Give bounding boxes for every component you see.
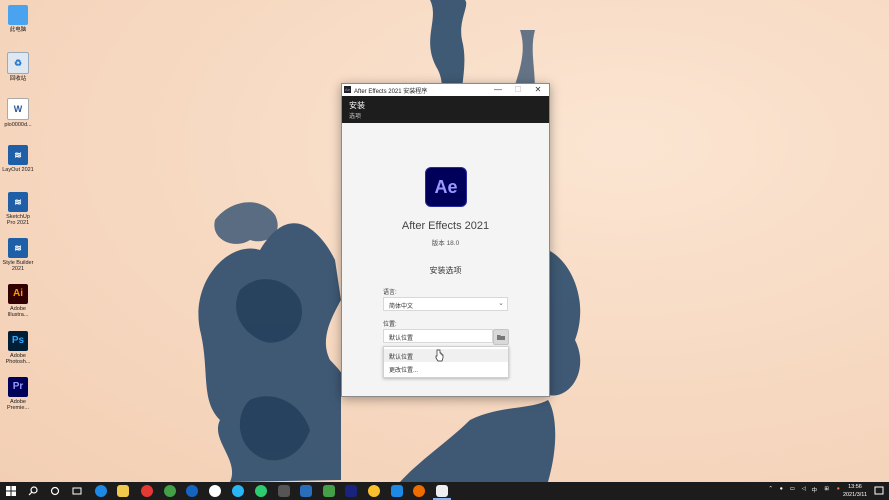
desktop-icon-label: Style Builder 2021: [2, 260, 34, 272]
desktop-icon-word-doc[interactable]: W plo0000d...: [2, 98, 34, 128]
window-title: After Effects 2021 安装程序: [354, 89, 428, 95]
after-effects-installer-taskbar-icon[interactable]: [436, 485, 448, 497]
layout-app-icon: ≋: [8, 145, 28, 165]
task-view-icon[interactable]: [72, 486, 82, 496]
edge-icon[interactable]: [95, 485, 107, 497]
location-label: 位置:: [383, 322, 397, 328]
yellow-app-icon[interactable]: [368, 485, 380, 497]
dropdown-option-label: 更改位置...: [389, 368, 419, 374]
desktop-icon-layout[interactable]: ≋ LayOut 2021: [2, 145, 34, 173]
installer-body: Ae After Effects 2021 版本 18.0 安装选项 语言: 简…: [342, 123, 549, 396]
style-builder-app-icon: ≋: [8, 238, 28, 258]
desktop-icon-label: SketchUp Pro 2021: [6, 214, 30, 226]
clock-time: 13:56: [848, 484, 862, 490]
volume-icon[interactable]: ◁: [802, 486, 806, 492]
search-icon[interactable]: [28, 486, 38, 496]
language-value: 简体中文: [389, 303, 414, 310]
install-options-title: 安装选项: [429, 266, 462, 275]
desktop-icon-premiere[interactable]: Pr Adobe Premie...: [2, 377, 34, 411]
screen-recorder-icon[interactable]: [278, 485, 290, 497]
desktop-icon-illustrator[interactable]: Ai Adobe Illustra...: [2, 284, 34, 318]
maximize-button[interactable]: ☐: [508, 84, 528, 96]
desktop-icon-label: LayOut 2021: [2, 167, 34, 173]
minimize-button[interactable]: —: [488, 84, 508, 96]
header-subtitle: 选项: [349, 114, 362, 120]
sketchup-app-icon: ≋: [8, 192, 28, 212]
chevron-up-icon[interactable]: ⌃: [768, 486, 773, 492]
after-effects-logo: Ae: [425, 167, 467, 207]
notification-icon[interactable]: [874, 486, 884, 496]
desktop-icon-label: plo0000d...: [4, 122, 32, 128]
installer-header: 安装 选项: [342, 96, 549, 123]
app-icon: Ae: [344, 86, 351, 93]
word-taskbar-icon[interactable]: [391, 485, 403, 497]
chevron-down-icon: ⌄: [498, 300, 504, 307]
desktop-icon-photoshop[interactable]: Ps Adobe Photosh...: [2, 331, 34, 365]
recycle-bin-icon: ♻: [7, 52, 29, 74]
product-version: 版本 18.0: [431, 240, 460, 247]
computer-icon: [8, 5, 28, 25]
hand-cursor-icon: [435, 349, 444, 362]
location-dropdown: 默认位置 更改位置...: [383, 346, 509, 378]
wechat-icon[interactable]: [255, 485, 267, 497]
browse-folder-button[interactable]: [493, 329, 509, 345]
desktop-icon-this-pc[interactable]: 此电脑: [2, 5, 34, 33]
green-app-icon[interactable]: [164, 485, 176, 497]
team-app-icon[interactable]: [345, 485, 357, 497]
desktop-icon-label: 此电脑: [9, 27, 27, 33]
browser-icon[interactable]: [186, 485, 198, 497]
qq-icon[interactable]: [209, 485, 221, 497]
word-document-icon: W: [7, 98, 29, 120]
windows-start-icon[interactable]: [6, 486, 16, 496]
microphone-icon[interactable]: ●: [780, 486, 783, 492]
ime-indicator[interactable]: 中: [811, 486, 817, 494]
security-icon[interactable]: ●: [837, 486, 840, 492]
desktop-icon-label: 回收站: [9, 76, 27, 82]
orange-app-icon[interactable]: [413, 485, 425, 497]
language-label: 语言:: [383, 290, 397, 296]
language-select[interactable]: 简体中文 ⌄: [383, 297, 508, 311]
dropdown-option-label: 默认位置: [389, 355, 414, 361]
illustrator-app-icon: Ai: [8, 284, 28, 304]
dropdown-option-change[interactable]: 更改位置...: [384, 362, 508, 375]
location-select[interactable]: 默认位置: [383, 329, 493, 343]
input-method-icon[interactable]: ⊞: [824, 486, 829, 492]
file-explorer-icon[interactable]: [117, 485, 129, 497]
product-name: After Effects 2021: [401, 220, 490, 232]
desktop-icon-label: Adobe Premie...: [6, 399, 29, 411]
dropdown-option-default[interactable]: 默认位置: [384, 349, 508, 362]
desktop-icon-label: Adobe Photosh...: [5, 353, 31, 365]
desktop-icon-sketchup[interactable]: ≋ SketchUp Pro 2021: [2, 192, 34, 226]
sync-app-icon[interactable]: [232, 485, 244, 497]
desktop-icon-style-builder[interactable]: ≋ Style Builder 2021: [2, 238, 34, 272]
taskbar: ⌃ ● ▭ ◁ 中 ⊞ ● 13:56 2021/3/11: [0, 482, 889, 500]
location-value: 默认位置: [389, 335, 414, 342]
close-button[interactable]: ✕: [528, 84, 548, 96]
image-viewer-icon[interactable]: [300, 485, 312, 497]
chrome-icon[interactable]: [141, 485, 153, 497]
network-icon[interactable]: ▭: [790, 486, 795, 492]
header-title: 安装: [349, 101, 365, 110]
clock-date: 2021/3/11: [842, 492, 867, 498]
premiere-app-icon: Pr: [8, 377, 28, 397]
installer-window: Ae After Effects 2021 安装程序 — ☐ ✕ 安装 选项 A…: [341, 83, 550, 397]
window-titlebar[interactable]: Ae After Effects 2021 安装程序 — ☐ ✕: [342, 84, 549, 96]
photoshop-app-icon: Ps: [8, 331, 28, 351]
camtasia-icon[interactable]: [323, 485, 335, 497]
desktop-icon-recycle-bin[interactable]: ♻ 回收站: [2, 52, 34, 82]
folder-icon: [497, 335, 505, 340]
cortana-icon[interactable]: [50, 486, 60, 496]
desktop-icon-label: Adobe Illustra...: [7, 306, 29, 318]
clock[interactable]: 13:56 2021/3/11: [843, 483, 867, 499]
